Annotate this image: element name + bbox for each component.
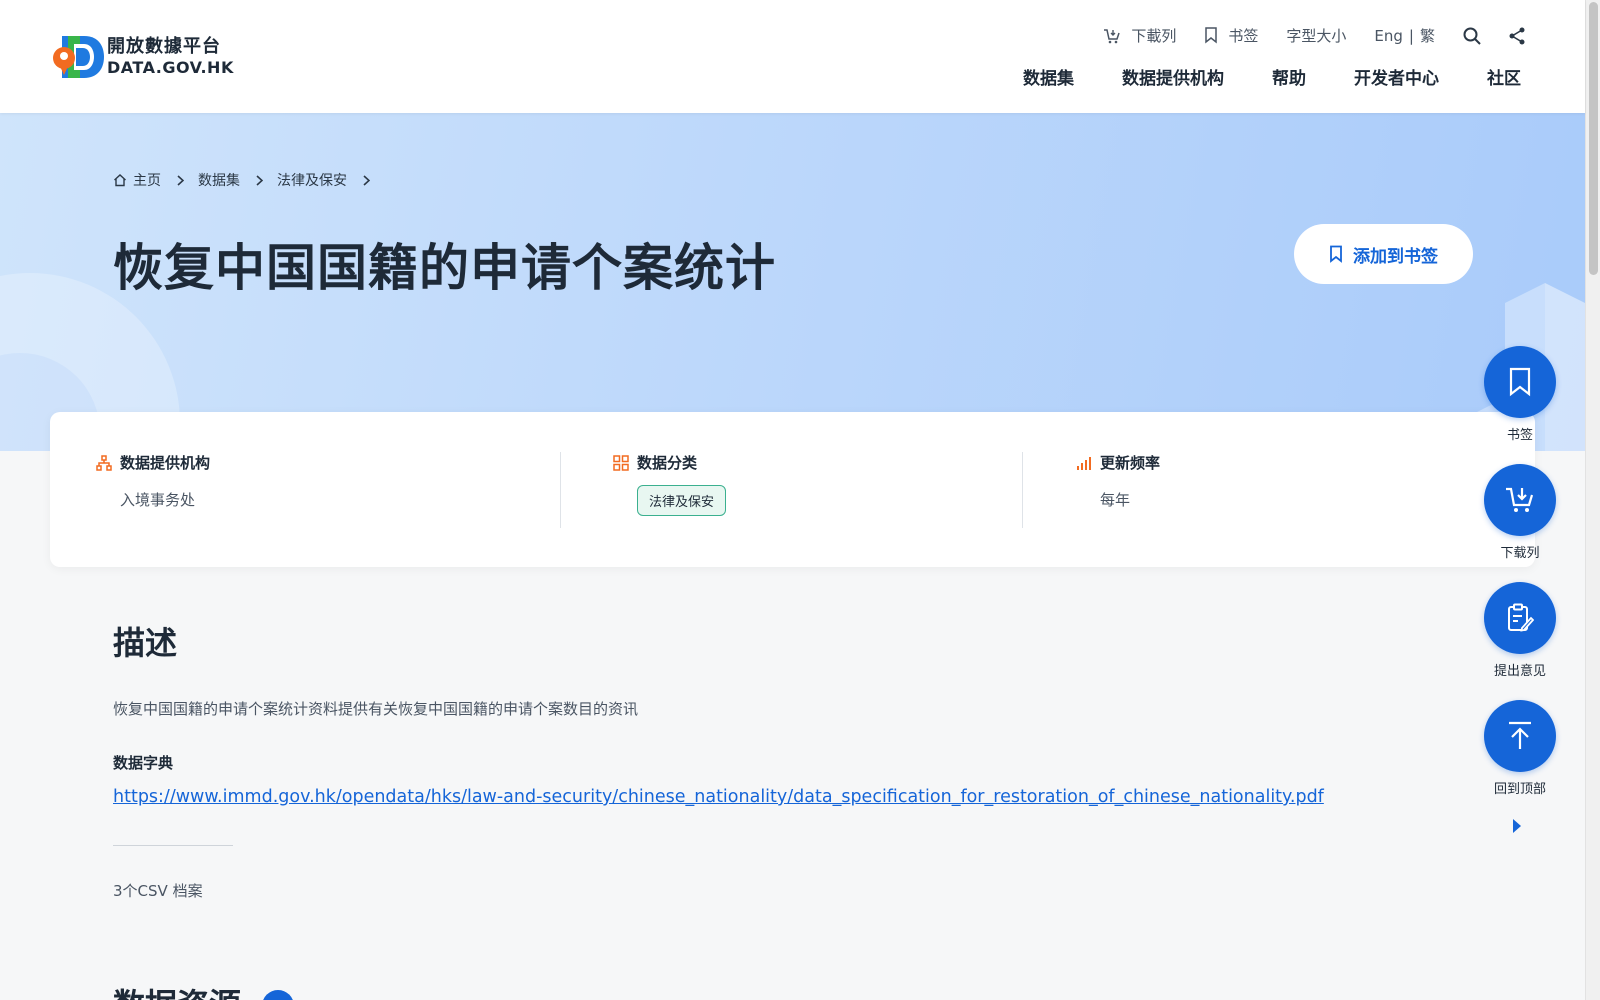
logo-mark-icon bbox=[50, 30, 105, 84]
home-icon bbox=[114, 174, 126, 187]
data-dictionary-label: 数据字典 bbox=[113, 754, 174, 772]
back-to-top-label: 回到顶部 bbox=[1493, 782, 1546, 797]
nav-providers[interactable]: 数据提供机构 bbox=[1122, 64, 1224, 89]
info-divider bbox=[560, 452, 561, 528]
section-divider bbox=[113, 845, 233, 846]
main-nav: 数据集 数据提供机构 帮助 开发者中心 社区 bbox=[975, 64, 1521, 89]
description-text: 恢复中国国籍的申请个案统计资料提供有关恢复中国国籍的申请个案数目的资讯 bbox=[113, 700, 639, 718]
data-dictionary-link[interactable]: https://www.immd.gov.hk/opendata/hks/law… bbox=[113, 787, 1324, 807]
frequency-label: 更新频率 bbox=[1100, 454, 1161, 472]
nav-help[interactable]: 帮助 bbox=[1272, 64, 1306, 89]
language-switcher: Eng | 繁 bbox=[1374, 25, 1435, 46]
chevron-right-icon bbox=[177, 174, 184, 186]
signal-bars-icon bbox=[1077, 456, 1091, 470]
side-download-button[interactable]: 下载列 bbox=[1484, 464, 1556, 561]
share-icon bbox=[1509, 27, 1525, 44]
caret-right-icon bbox=[1513, 819, 1521, 833]
breadcrumb-home-label: 主页 bbox=[133, 173, 161, 189]
breadcrumb-home[interactable]: 主页 bbox=[113, 170, 161, 190]
util-font-size[interactable]: 字型大小 bbox=[1286, 25, 1346, 46]
back-to-top-button[interactable]: 回到顶部 bbox=[1484, 700, 1556, 797]
breadcrumb-datasets[interactable]: 数据集 bbox=[198, 170, 240, 190]
file-count: 3个CSV 档案 bbox=[113, 882, 203, 900]
bookmark-icon bbox=[1205, 27, 1218, 44]
search-button[interactable] bbox=[1463, 27, 1481, 45]
grid-category-icon bbox=[613, 454, 629, 471]
lang-en-link[interactable]: Eng bbox=[1374, 27, 1403, 45]
breadcrumb-category[interactable]: 法律及保安 bbox=[277, 170, 347, 190]
logo-en-text: DATA.GOV.HK bbox=[107, 57, 234, 77]
add-bookmark-button[interactable]: 添加到书签 bbox=[1294, 224, 1473, 284]
bookmark-icon bbox=[1509, 367, 1531, 397]
breadcrumb: 主页 数据集 法律及保安 bbox=[113, 170, 384, 190]
lang-separator: | bbox=[1408, 26, 1414, 45]
resources-title: 数据资源 bbox=[113, 980, 241, 1000]
page-title: 恢复中国国籍的申请个案统计 bbox=[113, 239, 776, 297]
util-bookmark[interactable]: 书签 bbox=[1204, 25, 1258, 46]
info-frequency: 更新频率 每年 bbox=[1076, 452, 1160, 510]
share-button[interactable] bbox=[1509, 27, 1525, 45]
logo-cn-text: 開放數據平台 bbox=[107, 35, 221, 57]
category-tag[interactable]: 法律及保安 bbox=[637, 485, 727, 516]
side-bookmark-label: 书签 bbox=[1506, 428, 1533, 443]
add-bookmark-label: 添加到书签 bbox=[1353, 246, 1438, 267]
bookmark-icon bbox=[1330, 245, 1342, 263]
provider-value[interactable]: 入境事务处 bbox=[120, 489, 210, 510]
help-info-icon[interactable] bbox=[262, 990, 294, 1000]
util-download-label: 下載列 bbox=[1131, 27, 1177, 45]
clipboard-edit-icon bbox=[1508, 603, 1534, 632]
info-divider bbox=[1022, 452, 1023, 528]
lang-tc-link[interactable]: 繁 bbox=[1420, 25, 1435, 46]
search-icon bbox=[1463, 27, 1481, 45]
chevron-right-icon bbox=[256, 174, 263, 186]
org-chart-icon bbox=[96, 454, 112, 471]
frequency-value: 每年 bbox=[1100, 491, 1131, 509]
provider-label: 数据提供机构 bbox=[120, 454, 211, 472]
page-scrollbar[interactable] bbox=[1585, 0, 1600, 1000]
cart-download-icon bbox=[1506, 487, 1534, 512]
arrow-up-icon bbox=[1509, 721, 1531, 749]
scrollbar-thumb[interactable] bbox=[1589, 2, 1598, 275]
nav-datasets[interactable]: 数据集 bbox=[1023, 64, 1074, 89]
site-header: 開放數據平台 DATA.GOV.HK 下載列 书签 字型大小 Eng | 繁 数… bbox=[0, 0, 1585, 113]
collapse-side-panel-button[interactable] bbox=[1512, 818, 1522, 838]
dataset-info-card: 数据提供机构 入境事务处 数据分类 法律及保安 更新频率 每年 bbox=[50, 412, 1535, 567]
nav-community[interactable]: 社区 bbox=[1487, 64, 1521, 89]
info-provider: 数据提供机构 入境事务处 bbox=[96, 452, 210, 510]
util-download-list[interactable]: 下載列 bbox=[1103, 25, 1176, 46]
chevron-right-icon bbox=[363, 174, 370, 186]
site-logo[interactable]: 開放數據平台 DATA.GOV.HK bbox=[50, 30, 234, 84]
breadcrumb-category-label: 法律及保安 bbox=[277, 173, 347, 189]
side-bookmark-button[interactable]: 书签 bbox=[1484, 346, 1556, 443]
side-download-label: 下载列 bbox=[1500, 546, 1540, 561]
util-font-size-label: 字型大小 bbox=[1286, 27, 1347, 45]
cart-download-icon bbox=[1104, 28, 1121, 43]
util-bookmark-label: 书签 bbox=[1228, 27, 1259, 45]
description-title: 描述 bbox=[113, 624, 178, 662]
side-feedback-label: 提出意见 bbox=[1493, 664, 1546, 679]
nav-developer[interactable]: 开发者中心 bbox=[1354, 64, 1439, 89]
category-label: 数据分类 bbox=[637, 454, 698, 472]
side-feedback-button[interactable]: 提出意见 bbox=[1484, 582, 1556, 679]
info-category: 数据分类 法律及保安 bbox=[613, 452, 727, 516]
utility-bar: 下載列 书签 字型大小 Eng | 繁 bbox=[1075, 25, 1525, 46]
breadcrumb-datasets-label: 数据集 bbox=[198, 173, 240, 189]
